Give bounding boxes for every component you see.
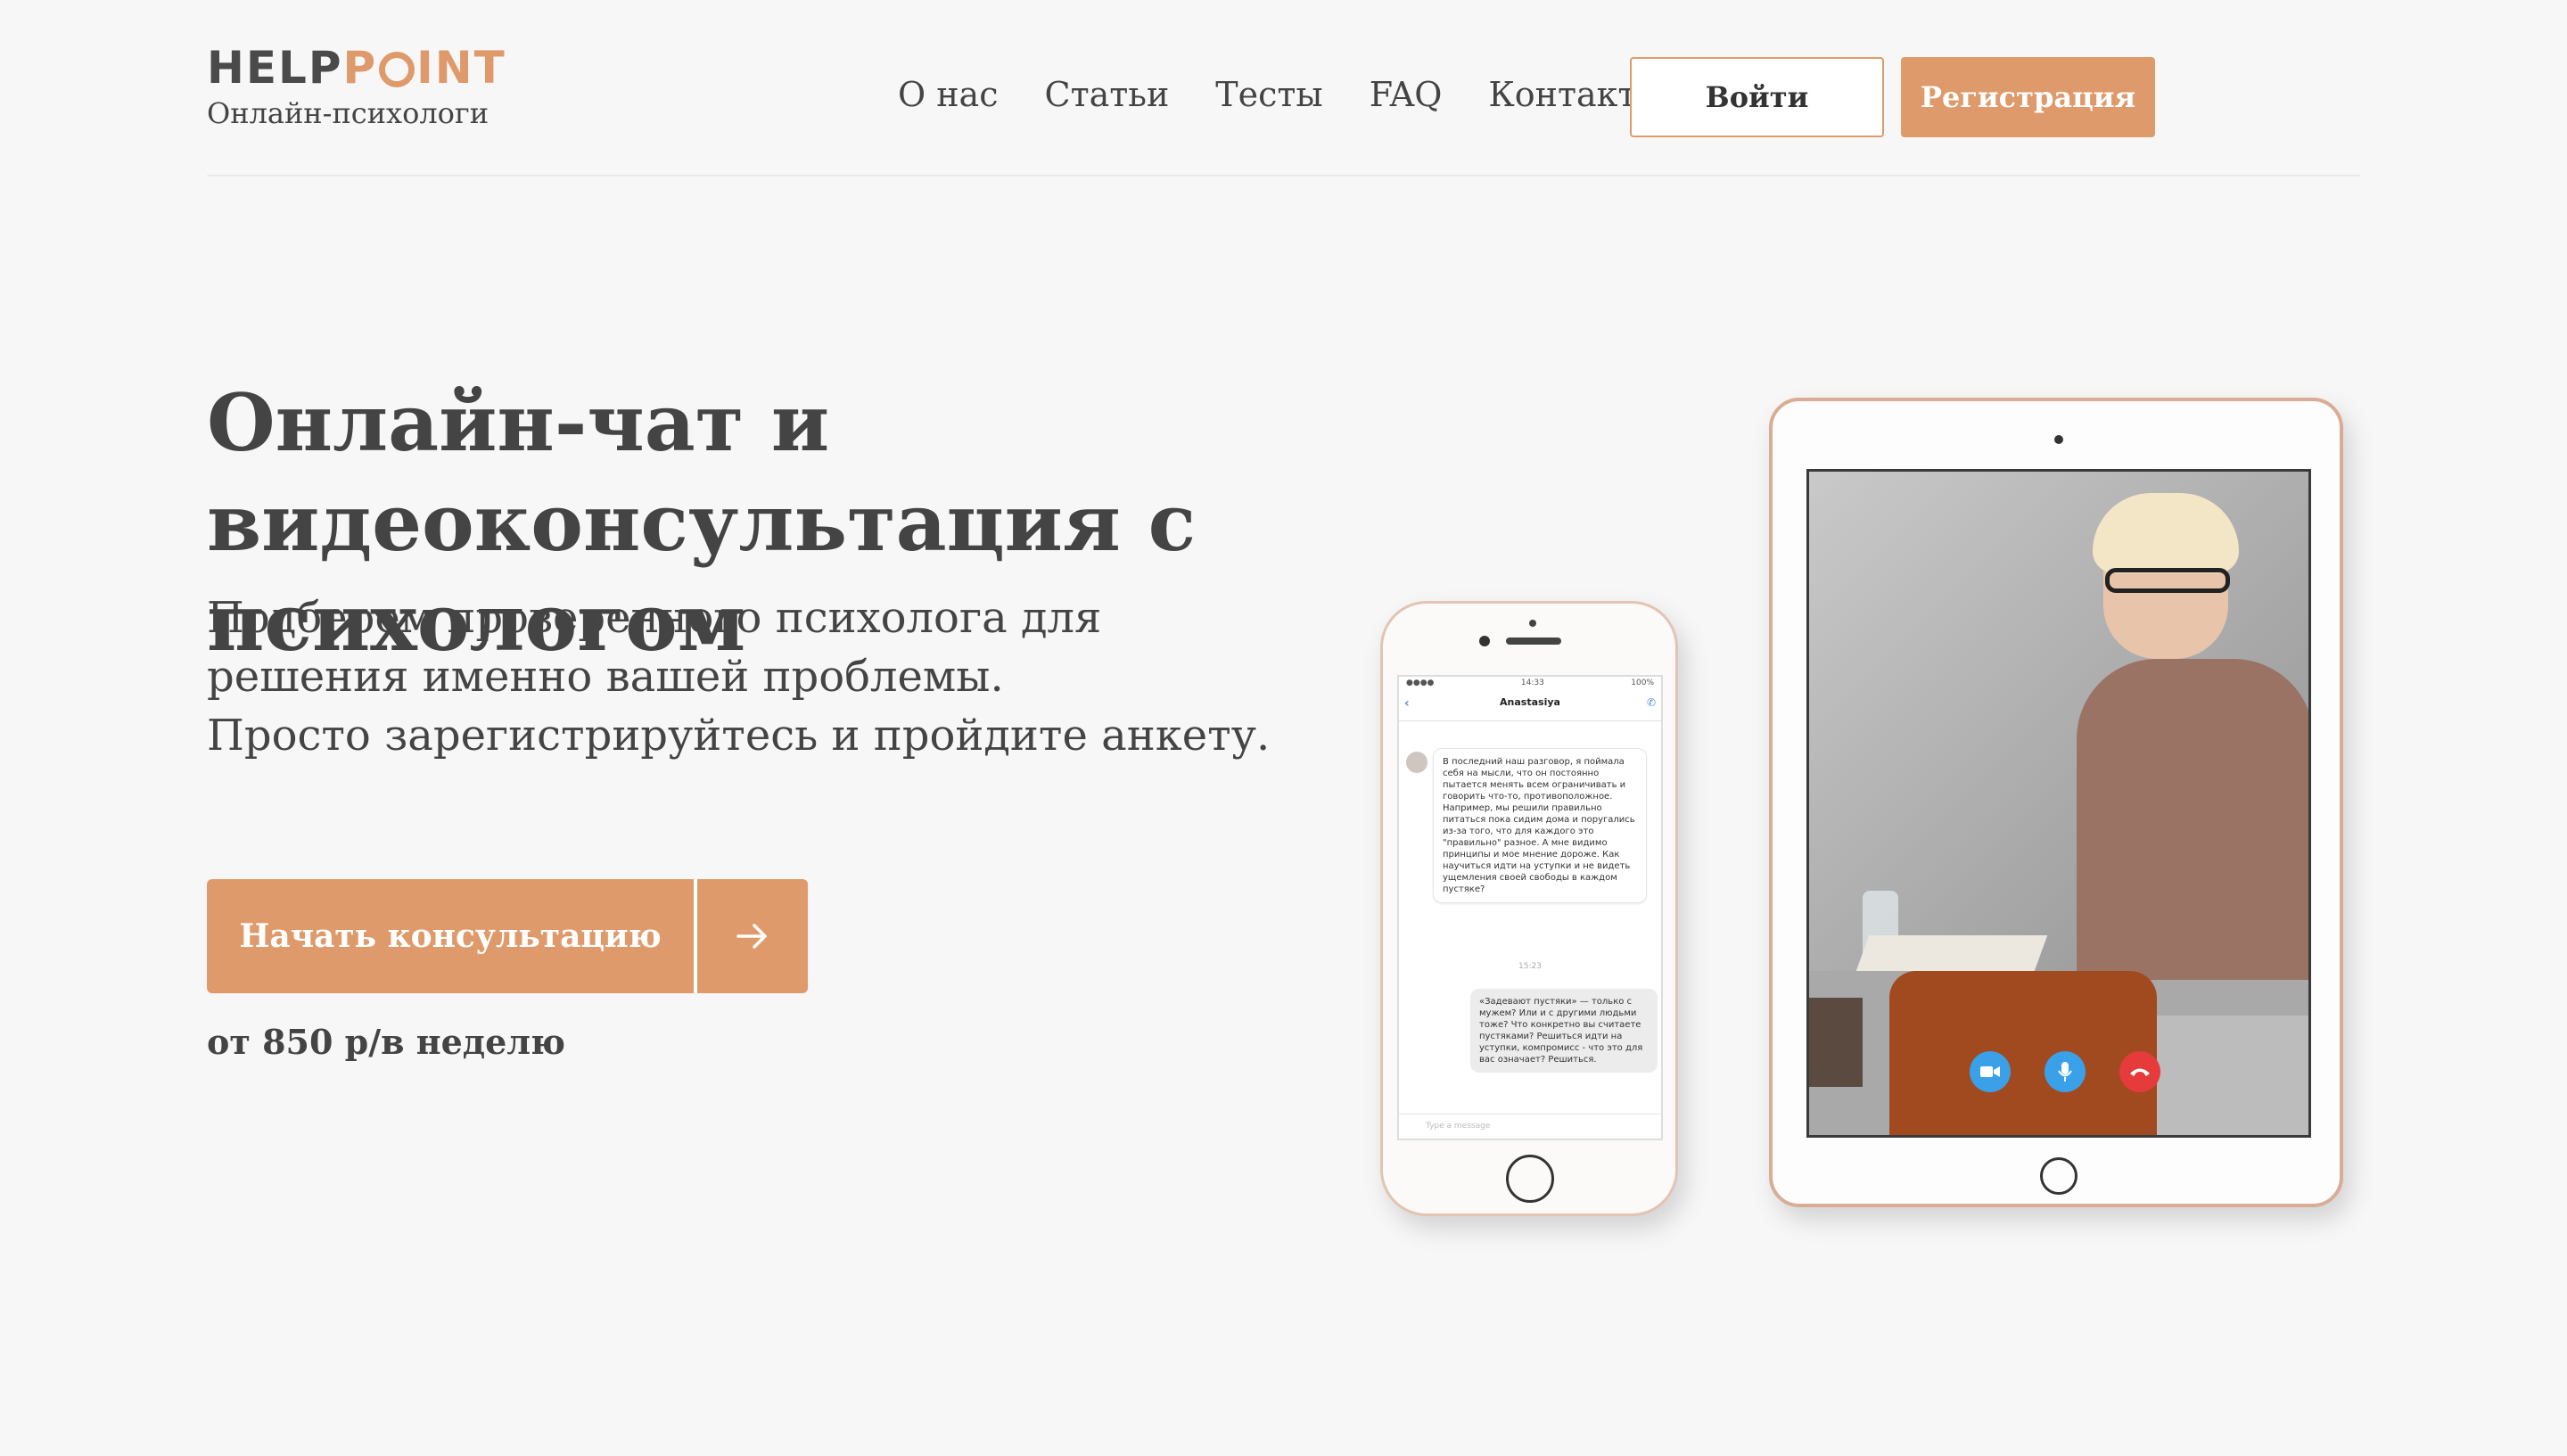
- logo-help: HELP: [207, 42, 343, 94]
- phone-battery: 100%: [1631, 679, 1654, 687]
- microphone-icon[interactable]: [2045, 1051, 2086, 1092]
- lamp: [1809, 998, 1863, 1087]
- nav-faq[interactable]: FAQ: [1370, 75, 1443, 114]
- signal-icon: ●●●●: [1406, 679, 1435, 687]
- chat-bubble-icon: [379, 52, 415, 87]
- chat-message-input: Type a message: [1399, 1114, 1661, 1139]
- phone-screen: ●●●● 14:33 100% ‹ Anastasiya ✆ В последн…: [1397, 675, 1663, 1140]
- phone-time: 14:33: [1520, 679, 1544, 687]
- phone-camera: [1479, 636, 1490, 646]
- hero-subtitle: Подберем проверенного психолога для реше…: [207, 588, 1366, 765]
- phone-status-bar: ●●●● 14:33 100%: [1399, 677, 1661, 691]
- phone-mockup: ●●●● 14:33 100% ‹ Anastasiya ✆ В последн…: [1380, 601, 1678, 1216]
- end-call-icon[interactable]: [2119, 1051, 2160, 1092]
- site-header: HELP P INT Онлайн-психологи О нас Статьи…: [207, 0, 2360, 177]
- psychologist-hair: [2093, 493, 2239, 573]
- price-label: от 850 р/в неделю: [207, 1022, 566, 1062]
- chat-message-incoming: В последний наш разговор, я поймала себя…: [1433, 748, 1647, 903]
- glasses: [2105, 568, 2230, 593]
- video-call-screen: [1806, 469, 2311, 1138]
- phone-sensor: [1529, 620, 1536, 627]
- start-consultation-label: Начать консультацию: [207, 879, 697, 993]
- hero-subtitle-line1: Подберем проверенного психолога для: [207, 593, 1102, 643]
- logo[interactable]: HELP P INT Онлайн-психологи: [207, 41, 506, 130]
- phone-call-icon[interactable]: ✆: [1647, 696, 1656, 709]
- arrow-right-icon: [697, 879, 808, 993]
- logo-tagline: Онлайн-психологи: [207, 96, 490, 130]
- chat-contact-name: Anastasiya: [1500, 696, 1560, 708]
- hero-subtitle-line2: решения именно вашей проблемы.: [207, 652, 1004, 702]
- chat-message-time: 15:23: [1518, 962, 1542, 971]
- phone-speaker: [1506, 638, 1561, 645]
- nav-about[interactable]: О нас: [898, 75, 999, 114]
- call-controls: [1970, 1051, 2160, 1092]
- main-nav: О нас Статьи Тесты FAQ Контакты: [898, 75, 1664, 114]
- chat-message-outgoing: «Задевают пустяки» — только с мужем? Или…: [1470, 989, 1658, 1073]
- hero-subtitle-line3: Просто зарегистрируйтесь и пройдите анке…: [207, 711, 1271, 761]
- chat-header: ‹ Anastasiya ✆: [1399, 691, 1661, 721]
- tablet-mockup: [1769, 398, 2343, 1207]
- logo-wordmark: HELP P INT: [207, 41, 506, 95]
- logo-p: P: [342, 42, 378, 94]
- phone-home-button: [1506, 1155, 1554, 1203]
- back-chevron-icon[interactable]: ‹: [1404, 696, 1410, 711]
- register-button[interactable]: Регистрация: [1901, 57, 2155, 137]
- logo-point: P INT: [343, 41, 506, 95]
- notebook: [1855, 935, 2048, 971]
- nav-tests[interactable]: Тесты: [1215, 75, 1322, 114]
- psychologist-jacket: [2077, 659, 2308, 980]
- hero-title-line1: Онлайн-чат и: [207, 376, 830, 469]
- video-camera-icon[interactable]: [1970, 1051, 2011, 1092]
- start-consultation-button[interactable]: Начать консультацию: [207, 879, 808, 993]
- tablet-camera: [2054, 435, 2063, 444]
- login-button[interactable]: Войти: [1630, 57, 1884, 137]
- tablet-home-button: [2040, 1157, 2077, 1195]
- nav-articles[interactable]: Статьи: [1045, 75, 1170, 114]
- avatar: [1406, 752, 1427, 773]
- logo-int: INT: [416, 42, 506, 94]
